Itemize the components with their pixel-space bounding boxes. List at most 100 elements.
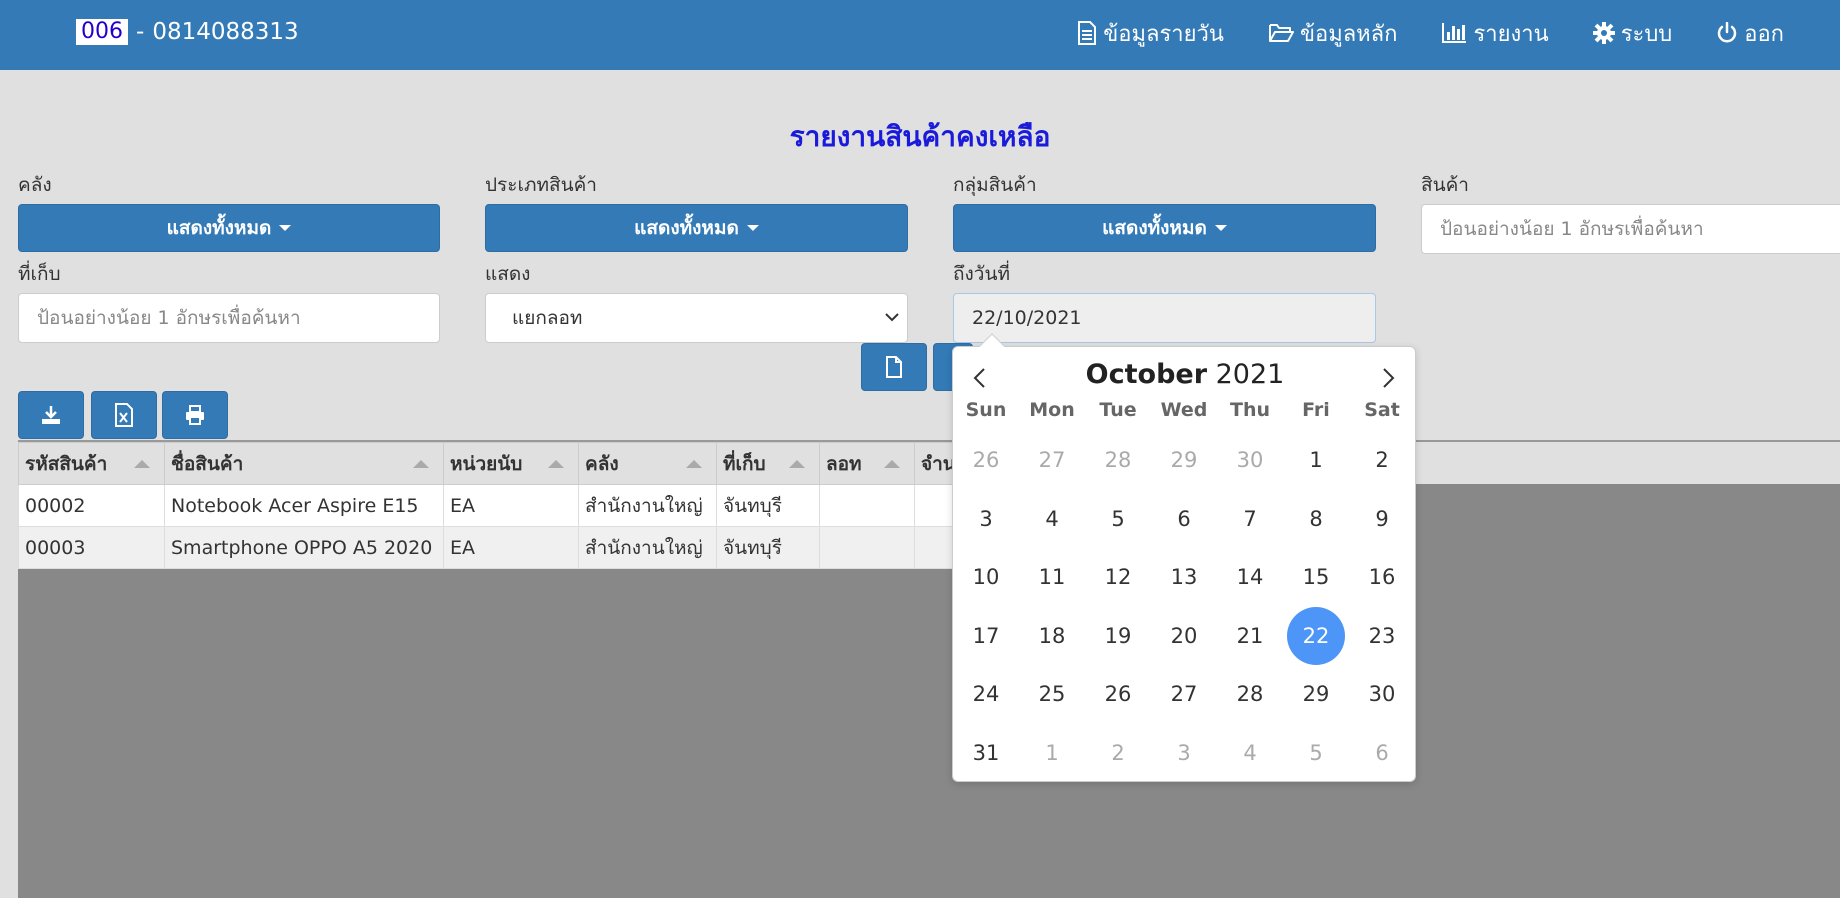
datepicker-day[interactable]: 18 xyxy=(1019,607,1085,666)
datepicker-day-number: 5 xyxy=(1111,506,1125,531)
sort-icon xyxy=(134,460,150,468)
table-row[interactable]: 00003 Smartphone OPPO A5 2020 EA สำนักงา… xyxy=(18,526,975,569)
datepicker-day[interactable]: 30 xyxy=(1217,431,1283,490)
datepicker-day[interactable]: 16 xyxy=(1349,548,1415,607)
datepicker-day[interactable]: 8 xyxy=(1283,490,1349,549)
cell-unit: EA xyxy=(443,526,579,569)
datepicker-week-row: 24 25 26 27 28 29 30 xyxy=(953,665,1417,724)
datepicker-day[interactable]: 14 xyxy=(1217,548,1283,607)
datepicker-day[interactable]: 6 xyxy=(1151,490,1217,549)
datepicker-day-number: 6 xyxy=(1375,740,1389,765)
datepicker-day[interactable]: 28 xyxy=(1085,431,1151,490)
datepicker-day[interactable]: 29 xyxy=(1151,431,1217,490)
datepicker-day-number: 2 xyxy=(1375,448,1389,473)
datepicker-day[interactable]: 3 xyxy=(1151,724,1217,783)
product-group-dropdown[interactable]: แสดงทั้งหมด xyxy=(953,204,1376,252)
cell-warehouse: สำนักงานใหญ่ xyxy=(578,526,717,569)
datepicker-days-grid: 26 27 28 29 30 1 2 3 4 5 6 7 8 9 10 11 12 13 14 15 16 17 18 19 2… xyxy=(953,431,1417,782)
product-type-dropdown[interactable]: แสดงทั้งหมด xyxy=(485,204,908,252)
warehouse-dropdown[interactable]: แสดงทั้งหมด xyxy=(18,204,440,252)
nav-item-system[interactable]: ระบบ xyxy=(1592,16,1672,51)
folder-open-icon xyxy=(1268,24,1294,42)
datepicker-day[interactable]: 30 xyxy=(1349,665,1415,724)
datepicker-day[interactable]: 26 xyxy=(1085,665,1151,724)
previous-month-button[interactable] xyxy=(959,361,999,395)
sort-icon xyxy=(686,460,702,468)
export-excel-button[interactable] xyxy=(91,391,157,439)
datepicker-day[interactable]: 10 xyxy=(953,548,1019,607)
datepicker-day-number: 26 xyxy=(972,448,1000,473)
datepicker-day[interactable]: 28 xyxy=(1217,665,1283,724)
datepicker-day[interactable]: 13 xyxy=(1151,548,1217,607)
nav-item-daily-data[interactable]: ข้อมูลรายวัน xyxy=(1077,16,1224,51)
datepicker-day[interactable]: 17 xyxy=(953,607,1019,666)
nav-item-master-data[interactable]: ข้อมูลหลัก xyxy=(1268,16,1397,51)
datepicker-day[interactable]: 27 xyxy=(1151,665,1217,724)
datepicker-day[interactable]: 5 xyxy=(1085,490,1151,549)
datepicker-day-number: 25 xyxy=(1038,682,1066,707)
datepicker-day[interactable]: 2 xyxy=(1085,724,1151,783)
datepicker-day[interactable]: 12 xyxy=(1085,548,1151,607)
datepicker-day[interactable]: 4 xyxy=(1217,724,1283,783)
datepicker-day[interactable]: 1 xyxy=(1019,724,1085,783)
branch-code: 006 xyxy=(76,19,128,45)
weekday-label: Sat xyxy=(1364,399,1400,421)
datepicker-day[interactable]: 9 xyxy=(1349,490,1415,549)
datepicker-day-selected[interactable]: 22 xyxy=(1283,606,1349,666)
column-header-location[interactable]: ที่เก็บ xyxy=(716,442,820,485)
cell-product-name: Notebook Acer Aspire E15 xyxy=(164,484,444,527)
datepicker-day[interactable]: 21 xyxy=(1217,607,1283,666)
column-header-product-name[interactable]: ชื่อสินค้า xyxy=(164,442,444,485)
datepicker-week-row: 17 18 19 20 21 22 23 xyxy=(953,606,1417,666)
print-button[interactable] xyxy=(162,391,228,439)
datepicker-day[interactable]: 1 xyxy=(1283,431,1349,490)
gear-icon xyxy=(1592,22,1615,44)
datepicker-day[interactable]: 4 xyxy=(1019,490,1085,549)
table-row[interactable]: 00002 Notebook Acer Aspire E15 EA สำนักง… xyxy=(18,484,975,527)
cell-location: จันทบุรี xyxy=(716,484,820,527)
datepicker-day-number: 31 xyxy=(972,740,1000,765)
datepicker-day[interactable]: 19 xyxy=(1085,607,1151,666)
datepicker-day[interactable]: 23 xyxy=(1349,607,1415,666)
download-button[interactable] xyxy=(18,391,84,439)
datepicker-day[interactable]: 27 xyxy=(1019,431,1085,490)
datepicker-day[interactable]: 26 xyxy=(953,431,1019,490)
datepicker-day[interactable]: 2 xyxy=(1349,431,1415,490)
stock-table-container: รหัสสินค้า ชื่อสินค้า หน่วยนับ คลัง ที่เ… xyxy=(18,440,1840,898)
datepicker-day[interactable]: 6 xyxy=(1349,724,1415,783)
datepicker-day-number: 19 xyxy=(1104,623,1132,648)
datepicker-day-number: 24 xyxy=(972,682,1000,707)
datepicker-day[interactable]: 3 xyxy=(953,490,1019,549)
display-select[interactable]: แยกลอท xyxy=(485,293,908,343)
datepicker-day[interactable]: 7 xyxy=(1217,490,1283,549)
nav-item-logout[interactable]: ออก xyxy=(1716,16,1784,51)
nav-item-reports[interactable]: รายงาน xyxy=(1441,16,1549,51)
datepicker-day[interactable]: 25 xyxy=(1019,665,1085,724)
to-date-input[interactable]: 22/10/2021 xyxy=(953,293,1376,343)
column-header-product-code[interactable]: รหัสสินค้า xyxy=(18,442,165,485)
top-navbar: 006 - 0814088313 ข้อมูลรายวัน ข้อมูลหลัก… xyxy=(0,0,1840,70)
datepicker-day-number: 13 xyxy=(1170,565,1198,590)
datepicker-day[interactable]: 31 xyxy=(953,724,1019,783)
datepicker-day[interactable]: 5 xyxy=(1283,724,1349,783)
power-icon xyxy=(1718,22,1737,43)
datepicker-day-number: 30 xyxy=(1236,448,1264,473)
datepicker-day[interactable]: 24 xyxy=(953,665,1019,724)
caret-down-icon xyxy=(746,225,759,231)
location-search-input[interactable]: ป้อนอย่างน้อย 1 อักษรเพื่อค้นหา xyxy=(18,293,440,343)
product-search-input[interactable]: ป้อนอย่างน้อย 1 อักษรเพื่อค้นหา xyxy=(1421,204,1840,254)
column-header-unit[interactable]: หน่วยนับ xyxy=(443,442,579,485)
column-header-lot[interactable]: ลอท xyxy=(819,442,915,485)
product-type-dropdown-value: แสดงทั้งหมด xyxy=(634,217,739,239)
generate-report-button[interactable] xyxy=(861,343,927,391)
datepicker-day[interactable]: 20 xyxy=(1151,607,1217,666)
datepicker-day[interactable]: 11 xyxy=(1019,548,1085,607)
column-header-warehouse[interactable]: คลัง xyxy=(578,442,717,485)
datepicker-month-year[interactable]: October 2021 xyxy=(953,359,1417,390)
datepicker-day-number: 26 xyxy=(1104,682,1132,707)
datepicker-day-number: 4 xyxy=(1243,740,1257,765)
datepicker-day[interactable]: 29 xyxy=(1283,665,1349,724)
brand-separator: - xyxy=(136,19,145,45)
next-month-button[interactable] xyxy=(1369,361,1409,395)
datepicker-day[interactable]: 15 xyxy=(1283,548,1349,607)
